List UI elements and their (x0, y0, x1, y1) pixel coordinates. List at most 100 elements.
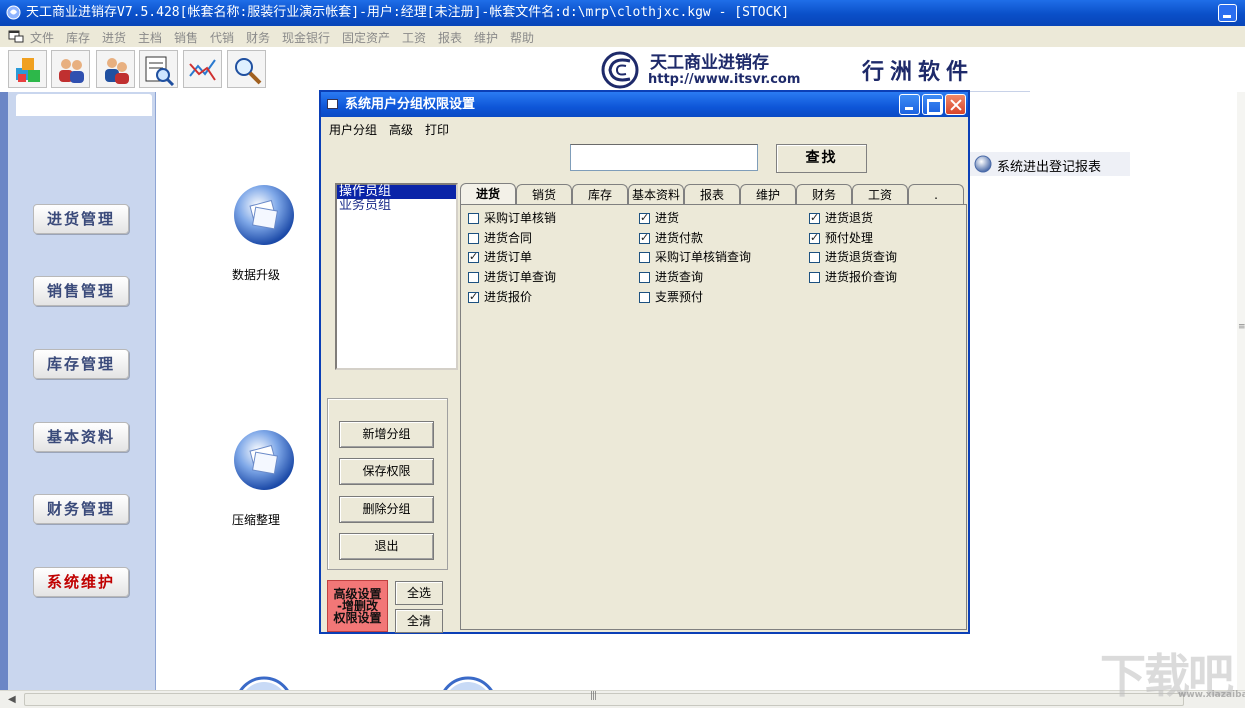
permission-label: 预付处理 (825, 231, 874, 245)
toolbar-button-chart[interactable] (183, 50, 222, 88)
window-system-icon[interactable] (8, 30, 24, 43)
delete-group-button[interactable]: 删除分组 (339, 496, 434, 523)
tab-inventory[interactable]: 库存 (572, 184, 628, 205)
sidebar-item-system[interactable]: 系统维护 (33, 567, 129, 597)
toolbar-button-users[interactable] (51, 50, 90, 88)
toolbar: 天工商业进销存 http://www.itsvr.com 行洲软件 (0, 47, 1245, 92)
sidebar-item-basic-data[interactable]: 基本资料 (33, 422, 129, 452)
checkbox[interactable] (809, 272, 820, 283)
exit-button[interactable]: 退出 (339, 533, 434, 560)
menu-purchase[interactable]: 进货 (102, 29, 126, 46)
sidebar-header (16, 94, 152, 116)
checkbox[interactable] (468, 213, 479, 224)
scroll-left-icon[interactable]: ◀ (8, 694, 16, 705)
menu-cash-bank[interactable]: 现金银行 (282, 29, 330, 46)
globe-icon (974, 155, 992, 173)
menu-help[interactable]: 帮助 (510, 29, 534, 46)
menu-finance[interactable]: 财务 (246, 29, 270, 46)
checkbox[interactable] (809, 231, 820, 244)
minimize-button[interactable] (1218, 4, 1237, 22)
dialog-title-bar[interactable]: 系统用户分组权限设置 (321, 92, 968, 117)
checkbox[interactable] (468, 272, 479, 283)
horizontal-scroll-thumb[interactable] (24, 693, 1184, 706)
clear-all-button[interactable]: 全清 (395, 609, 443, 633)
find-button[interactable]: 查找 (776, 144, 867, 173)
checkbox[interactable] (809, 252, 820, 263)
checkbox[interactable] (809, 211, 820, 224)
vertical-scrollbar[interactable]: ≡ (1237, 92, 1245, 690)
left-frame-border (0, 92, 8, 690)
toolbar-button-modules[interactable] (8, 50, 47, 88)
checkbox[interactable] (639, 292, 650, 303)
watermark-url: www.xiazaiba.com (1178, 690, 1245, 700)
menu-salary[interactable]: 工资 (402, 29, 426, 46)
cubes-icon (16, 58, 40, 82)
list-item[interactable]: 业务员组 (337, 199, 456, 213)
save-permissions-button[interactable]: 保存权限 (339, 458, 434, 485)
menu-inventory[interactable]: 库存 (66, 29, 90, 46)
search-input[interactable] (570, 144, 758, 171)
report-link-system-log[interactable]: 系统进出登记报表 (970, 152, 1130, 176)
group-action-panel: 新增分组 保存权限 删除分组 退出 (327, 398, 448, 570)
permission-label: 支票预付 (655, 290, 704, 304)
tab-purchase[interactable]: 进货 (460, 183, 516, 205)
checkbox[interactable] (639, 252, 650, 263)
advanced-permission-button[interactable]: 高级设置 -增删改 权限设置 (327, 580, 388, 632)
dialog-menu-user-group[interactable]: 用户分组 (329, 121, 377, 138)
compact-repair-label[interactable]: 压缩整理 (232, 511, 280, 528)
menu-maintenance[interactable]: 维护 (474, 29, 498, 46)
data-upgrade-icon[interactable] (232, 183, 296, 247)
menu-file[interactable]: 文件 (30, 29, 54, 46)
dialog-maximize-button[interactable] (922, 94, 943, 115)
permission-label: 进货订单 (484, 250, 533, 264)
app-title: 天工商业进销存V7.5.428[帐套名称:服装行业演示帐套]-用户:经理[未注册… (26, 5, 790, 20)
logo-product-name: 天工商业进销存 (650, 53, 769, 73)
add-group-button[interactable]: 新增分组 (339, 421, 434, 448)
sidebar-item-purchase[interactable]: 进货管理 (33, 204, 129, 234)
magnifier-icon (235, 58, 262, 85)
dialog-close-button[interactable] (945, 94, 966, 115)
tab-finance[interactable]: 财务 (796, 184, 852, 205)
logo-company-name: 行洲软件 (862, 59, 975, 85)
sidebar-item-finance[interactable]: 财务管理 (33, 494, 129, 524)
select-all-button[interactable]: 全选 (395, 581, 443, 605)
checkbox[interactable] (468, 233, 479, 244)
tab-reports[interactable]: 报表 (684, 184, 740, 205)
sidebar-item-inventory[interactable]: 库存管理 (33, 349, 129, 379)
data-upgrade-label[interactable]: 数据升级 (232, 266, 280, 283)
dialog-minimize-button[interactable] (899, 94, 920, 115)
dialog-menu-advanced[interactable]: 高级 (389, 121, 413, 138)
toolbar-button-report-search[interactable] (139, 50, 178, 88)
user-group-list[interactable]: 操作员组 业务员组 (335, 183, 458, 370)
chart-icon (189, 59, 216, 81)
horizontal-scrollbar[interactable]: ◀ ||| (0, 690, 1245, 708)
menu-sales[interactable]: 销售 (174, 29, 198, 46)
app-logo-icon (6, 5, 21, 20)
tab-more[interactable]: . (908, 184, 964, 205)
menu-reports[interactable]: 报表 (438, 29, 462, 46)
checkbox[interactable] (639, 272, 650, 283)
dialog-window-icon (327, 99, 338, 109)
dialog-menu-print[interactable]: 打印 (425, 121, 449, 138)
users-icon (59, 59, 84, 83)
checkbox[interactable] (468, 290, 479, 303)
logo-url: http://www.itsvr.com (648, 72, 801, 87)
menu-fixed-assets[interactable]: 固定资产 (342, 29, 390, 46)
sidebar-item-sales[interactable]: 销售管理 (33, 276, 129, 306)
tab-salary[interactable]: 工资 (852, 184, 908, 205)
compact-repair-icon[interactable] (232, 428, 296, 492)
list-item[interactable]: 操作员组 (337, 185, 456, 199)
toolbar-button-user-group[interactable] (96, 50, 135, 88)
tab-maintenance[interactable]: 维护 (740, 184, 796, 205)
checkbox[interactable] (468, 250, 479, 263)
checkbox[interactable] (639, 211, 650, 224)
toolbar-button-search[interactable] (227, 50, 266, 88)
tab-sales[interactable]: 销货 (516, 184, 572, 205)
checkbox[interactable] (639, 231, 650, 244)
permission-label: 采购订单核销查询 (655, 250, 752, 264)
tab-basic-data[interactable]: 基本资料 (628, 184, 684, 205)
permission-label: 进货合同 (484, 231, 533, 245)
menu-consign[interactable]: 代销 (210, 29, 234, 46)
menu-master[interactable]: 主档 (138, 29, 162, 46)
permission-label: 进货订单查询 (484, 270, 557, 284)
